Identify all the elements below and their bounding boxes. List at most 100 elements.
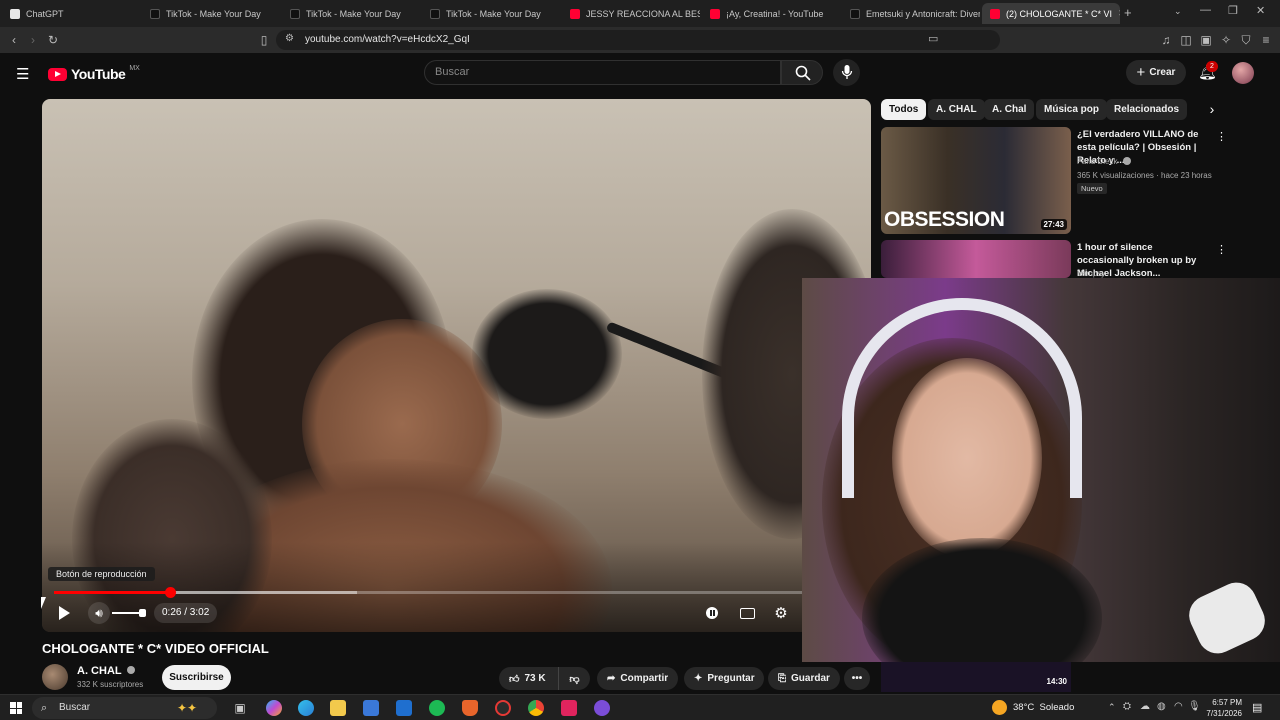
restore-window-icon[interactable]: ❐	[1228, 4, 1238, 17]
forward-arrow-icon[interactable]: ›	[25, 32, 41, 48]
recommendation-channel[interactable]: Vampsy	[1077, 269, 1105, 278]
more-actions-button[interactable]: •••	[844, 667, 870, 690]
back-arrow-icon[interactable]: ‹	[6, 32, 22, 48]
youtube-logo[interactable]: YouTube MX	[48, 65, 140, 82]
play-button[interactable]	[54, 602, 74, 624]
obs-studio-icon[interactable]	[495, 700, 511, 716]
spotify-icon[interactable]	[429, 700, 445, 716]
hamburger-menu-icon[interactable]: ☰	[16, 65, 29, 83]
tiktok-favicon-icon	[850, 8, 860, 19]
wallet-icon[interactable]: ▣	[1198, 32, 1214, 48]
vpn-shield-icon[interactable]: ⛉	[1238, 32, 1254, 48]
address-bar[interactable]: ⚙ youtube.com/watch?v=eHcdcX2_GqI ▭	[276, 30, 1000, 50]
mini-clip-preview[interactable]: 14:30	[881, 662, 1071, 692]
progress-bar[interactable]	[54, 587, 802, 598]
browser-tab[interactable]: TikTok - Make Your Day	[282, 3, 420, 24]
scrubber-knob[interactable]	[164, 587, 176, 598]
cast-icon[interactable]: ▭	[928, 32, 938, 45]
reload-icon[interactable]: ↻	[45, 32, 61, 48]
bookmark-icon[interactable]: ▯	[256, 32, 272, 48]
youtube-play-logo-icon	[48, 67, 67, 81]
ask-button[interactable]: ✦ Preguntar	[684, 667, 764, 690]
share-button[interactable]: ➦ Compartir	[597, 667, 678, 690]
voice-search-button[interactable]	[833, 59, 860, 86]
discord-icon[interactable]	[594, 700, 610, 716]
new-tab-button[interactable]: +	[1124, 5, 1132, 20]
chip-todos[interactable]: Todos	[881, 99, 927, 120]
close-window-icon[interactable]: ✕	[1256, 4, 1265, 17]
browser-tab[interactable]: JESSY REACCIONA AL BESO D	[562, 3, 700, 24]
browser-tab[interactable]: ¡Ay, Creatina! - YouTube	[702, 3, 840, 24]
mute-button[interactable]: 🔊︎	[88, 602, 110, 624]
recommendation-thumbnail[interactable]	[881, 240, 1071, 278]
chip-a-chal-alt[interactable]: A. Chal	[984, 99, 1035, 120]
recommendation-channel[interactable]: Farid Dieck	[1077, 157, 1131, 166]
channel-name[interactable]: A. CHAL	[77, 665, 136, 677]
recommendation-thumbnail[interactable]: OBSESSION 27:43	[881, 127, 1071, 234]
media-controls-icon[interactable]: ♫	[1158, 32, 1174, 48]
browser-tab[interactable]: ChatGPT	[2, 3, 140, 24]
more-horizontal-icon: •••	[851, 673, 863, 684]
taskbar-clock[interactable]: 6:57 PM 7/31/2026	[1206, 697, 1242, 719]
site-info-icon[interactable]: ⚙	[285, 33, 294, 44]
outlook-icon[interactable]	[396, 700, 412, 716]
microphone-icon	[841, 65, 853, 79]
tray-app-icon[interactable]: ⛭	[1123, 701, 1131, 712]
taskbar-search[interactable]: ⌕ Buscar ✦✦	[32, 697, 217, 719]
notification-center-icon[interactable]: ▤	[1252, 701, 1262, 714]
windows-start-icon[interactable]	[10, 702, 22, 714]
more-vertical-icon[interactable]: ⋮	[1216, 243, 1227, 256]
tab-title: JESSY REACCIONA AL BESO D	[586, 8, 700, 19]
youtube-favicon-icon	[710, 8, 720, 19]
leo-ai-icon[interactable]: ✧	[1218, 32, 1234, 48]
sidebar-icon[interactable]: ◫	[1178, 32, 1194, 48]
subscribe-button[interactable]: Suscribirse	[162, 665, 231, 690]
tray-app-icon[interactable]: ◍	[1157, 701, 1166, 712]
chrome-browser-icon[interactable]	[528, 700, 544, 716]
create-button[interactable]: + Crear	[1126, 60, 1186, 85]
opera-gx-icon[interactable]	[561, 700, 577, 716]
tiktok-favicon-icon	[150, 8, 160, 19]
browser-tab-active[interactable]: (2) CHOLOGANTE * C* VI ✕	[982, 3, 1120, 24]
like-button[interactable]: 👍︎ 73 K	[499, 667, 558, 690]
brave-browser-icon[interactable]	[462, 700, 478, 716]
menu-icon[interactable]: ≡	[1258, 32, 1274, 48]
search-button[interactable]	[781, 60, 823, 85]
autoplay-toggle[interactable]	[702, 602, 722, 624]
chip-a-chal[interactable]: A. CHAL	[928, 99, 985, 120]
browser-tab[interactable]: TikTok - Make Your Day	[422, 3, 560, 24]
copilot-icon[interactable]	[266, 700, 282, 716]
share-label: Compartir	[620, 673, 669, 684]
played-bar	[54, 591, 170, 594]
search-input[interactable]: Buscar	[424, 60, 781, 85]
video-player[interactable]: Botón de reproducción 🔊︎ 0:26 / 3:02 ⚙	[42, 99, 871, 632]
volume-slider[interactable]	[112, 612, 142, 614]
tray-overflow-chevron-icon[interactable]: ⌃	[1108, 702, 1116, 713]
chip-relacionados[interactable]: Relacionados	[1106, 99, 1188, 120]
chips-next-chevron-icon[interactable]: ›	[1202, 99, 1222, 120]
thumbs-up-icon: 👍︎	[509, 673, 520, 685]
close-tab-icon[interactable]: ✕	[1118, 8, 1120, 19]
subtitles-button[interactable]	[736, 602, 758, 624]
file-explorer-icon[interactable]	[330, 700, 346, 716]
browser-tab[interactable]: Emetsuki y Antonicraft: Diver	[842, 3, 980, 24]
chip-musica-pop[interactable]: Música pop	[1036, 99, 1108, 120]
edge-browser-icon[interactable]	[298, 700, 314, 716]
channel-avatar[interactable]	[42, 664, 68, 690]
browser-tab[interactable]: TikTok - Make Your Day	[142, 3, 280, 24]
microphone-tray-icon[interactable]: 🎙︎	[1188, 701, 1201, 712]
settings-button[interactable]: ⚙	[770, 602, 792, 624]
tab-search-chevron-icon[interactable]: ⌄	[1174, 6, 1182, 17]
dislike-button[interactable]: 👎︎	[558, 667, 590, 690]
task-view-icon[interactable]: ▣	[232, 700, 248, 716]
minimize-window-icon[interactable]: —	[1200, 4, 1211, 16]
more-vertical-icon[interactable]: ⋮	[1216, 130, 1227, 143]
volume-knob[interactable]	[139, 609, 146, 617]
cloud-sync-icon[interactable]: ☁	[1140, 701, 1150, 712]
account-avatar[interactable]	[1232, 62, 1254, 84]
save-button[interactable]: ⎘ Guardar	[768, 667, 840, 690]
subscriber-count: 332 K suscriptores	[77, 680, 144, 689]
wifi-icon[interactable]: ◠	[1174, 701, 1183, 712]
microsoft-store-icon[interactable]	[363, 700, 379, 716]
weather-text[interactable]: 38°C Soleado	[1013, 702, 1074, 713]
